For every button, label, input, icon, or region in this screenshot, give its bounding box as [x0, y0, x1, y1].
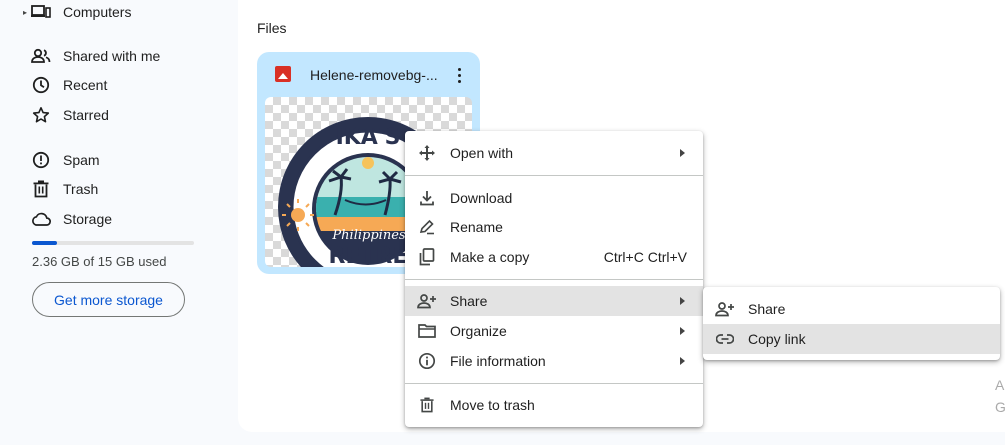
more-actions-icon[interactable] — [453, 64, 465, 86]
sidebar-item-trash[interactable]: Trash — [0, 174, 230, 204]
thumbnail-bottom-text: RETRE — [329, 244, 408, 267]
sidebar-item-label: Storage — [63, 211, 113, 227]
sidebar-item-recent[interactable]: Recent — [0, 70, 230, 100]
storage-usage-text: 2.36 GB of 15 GB used — [32, 254, 167, 269]
download-icon — [417, 188, 437, 208]
thumbnail-script-text: Philippines — [331, 228, 405, 243]
get-more-storage-button[interactable]: Get more storage — [32, 282, 185, 317]
info-icon — [417, 351, 437, 371]
menu-item-move-to-trash[interactable]: Move to trash — [405, 390, 703, 420]
share-person-icon — [715, 299, 735, 319]
spam-icon — [31, 150, 51, 170]
menu-item-label: Download — [450, 190, 513, 206]
rename-icon — [417, 217, 437, 237]
menu-item-rename[interactable]: Rename — [405, 212, 703, 242]
expand-caret-icon[interactable]: ▸ — [23, 8, 27, 17]
menu-item-label: File information — [450, 353, 546, 369]
menu-divider — [405, 383, 703, 384]
menu-item-share[interactable]: Share — [405, 286, 703, 316]
image-icon — [275, 66, 291, 82]
files-section-title: Files — [257, 20, 287, 36]
submenu-arrow-icon — [680, 327, 685, 335]
star-icon — [31, 105, 51, 125]
cloud-icon — [31, 209, 51, 229]
submenu-arrow-icon — [680, 297, 685, 305]
folder-icon — [417, 321, 437, 341]
storage-usage-bar — [32, 241, 194, 245]
menu-item-label: Organize — [450, 323, 507, 339]
sidebar-item-starred[interactable]: Starred — [0, 100, 230, 130]
open-with-icon — [417, 143, 437, 163]
menu-item-label: Open with — [450, 145, 514, 161]
submenu-item-share[interactable]: Share — [703, 294, 1000, 324]
menu-item-label: Share — [748, 301, 786, 317]
submenu-arrow-icon — [680, 149, 685, 157]
menu-item-make-a-copy[interactable]: Make a copy Ctrl+C Ctrl+V — [405, 242, 703, 272]
menu-item-download[interactable]: Download — [405, 183, 703, 213]
link-icon — [715, 329, 735, 349]
menu-item-label: Copy link — [748, 331, 806, 347]
right-edge-text: G — [995, 399, 1005, 415]
trash-icon — [31, 179, 51, 199]
sidebar-item-label: Spam — [63, 152, 100, 168]
sidebar-item-storage[interactable]: Storage — [0, 204, 230, 234]
trash-icon — [417, 395, 437, 415]
menu-item-label: Make a copy — [450, 249, 530, 265]
menu-item-open-with[interactable]: Open with — [405, 138, 703, 168]
submenu-arrow-icon — [680, 357, 685, 365]
context-menu: Open with Download Rename Make a copy Ct… — [405, 131, 703, 427]
menu-divider — [405, 279, 703, 280]
menu-item-shortcut: Ctrl+C Ctrl+V — [603, 249, 687, 265]
copy-icon — [417, 247, 437, 267]
clock-icon — [31, 75, 51, 95]
sidebar-item-computers[interactable]: ▸ Computers — [0, 0, 230, 27]
storage-usage-fill — [32, 241, 58, 245]
sidebar-item-label: Recent — [63, 77, 108, 93]
menu-item-file-information[interactable]: File information — [405, 346, 703, 376]
menu-item-label: Share — [450, 293, 488, 309]
share-person-icon — [417, 291, 437, 311]
sidebar-item-spam[interactable]: Spam — [0, 145, 230, 175]
sidebar-item-label: Shared with me — [63, 48, 161, 64]
computer-icon — [31, 2, 51, 22]
sidebar-item-label: Trash — [63, 181, 99, 197]
sidebar-item-label: Starred — [63, 107, 109, 123]
thumbnail-title-text: IKA'S — [336, 125, 401, 150]
submenu-item-copy-link[interactable]: Copy link — [703, 324, 1000, 354]
people-icon — [31, 46, 51, 66]
share-submenu: Share Copy link — [703, 287, 1000, 360]
menu-divider — [405, 175, 703, 176]
menu-item-organize[interactable]: Organize — [405, 316, 703, 346]
menu-item-label: Move to trash — [450, 397, 535, 413]
file-name: Helene-removebg-... — [310, 67, 438, 83]
sidebar-item-shared-with-me[interactable]: Shared with me — [0, 41, 230, 71]
sidebar-item-label: Computers — [63, 4, 132, 20]
menu-item-label: Rename — [450, 219, 503, 235]
right-edge-text: A — [995, 377, 1005, 393]
sidebar: ▸ Computers Shared with me Recent Starre… — [0, 0, 238, 445]
